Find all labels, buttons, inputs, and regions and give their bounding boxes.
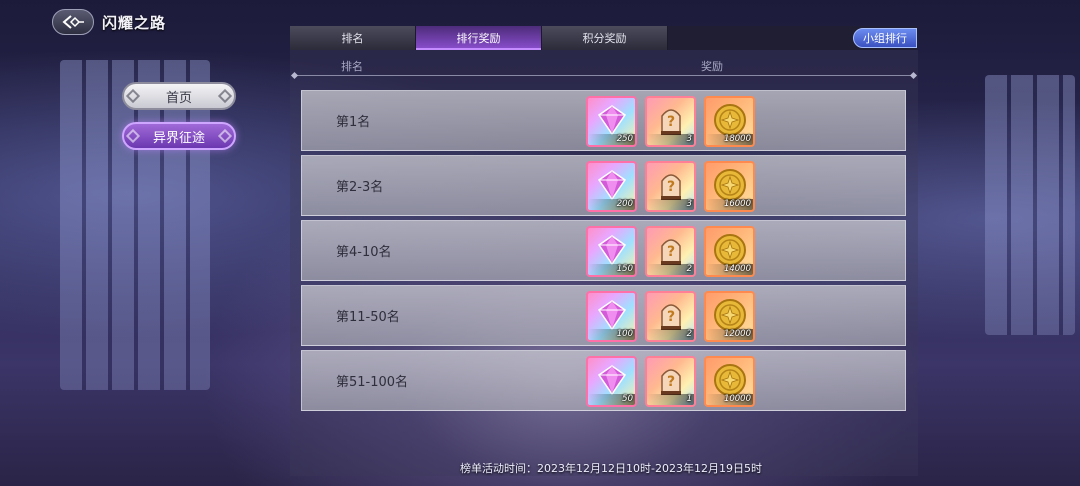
rank-label: 第11-50名 xyxy=(336,310,400,325)
reward-item[interactable]: ? 2 xyxy=(645,291,696,342)
reward-quantity: 200 xyxy=(616,199,633,209)
reward-item[interactable]: ? 2 xyxy=(645,226,696,277)
reward-quantity: 1 xyxy=(686,394,692,404)
reward-quantity: 50 xyxy=(622,394,633,404)
reward-list: 第1名 250 ? 3 18000 第2-3名 200 ? 3 16000 第4… xyxy=(301,90,906,415)
reward-item[interactable]: 250 xyxy=(586,96,637,147)
reward-quantity: 2 xyxy=(686,264,692,274)
rank-label: 第2-3名 xyxy=(336,180,384,195)
tab-ranking[interactable]: 排名 xyxy=(290,26,416,50)
back-arrow-icon xyxy=(62,15,84,29)
reward-item[interactable]: 16000 xyxy=(704,161,755,212)
ornament-icon xyxy=(125,88,141,104)
reward-quantity: 12000 xyxy=(723,329,751,339)
column-header: 排名 奖励 xyxy=(290,54,918,76)
reward-item[interactable]: 10000 xyxy=(704,356,755,407)
reward-item[interactable]: ? 3 xyxy=(645,161,696,212)
ornament-icon xyxy=(217,88,233,104)
svg-text:?: ? xyxy=(667,114,675,130)
reward-item[interactable]: 50 xyxy=(586,356,637,407)
reward-row: 第11-50名 100 ? 2 12000 xyxy=(301,285,906,346)
reward-row: 第51-100名 50 ? 1 10000 xyxy=(301,350,906,411)
sidebar-item-home[interactable]: 首页 xyxy=(122,82,236,110)
rank-label: 第1名 xyxy=(336,115,371,130)
event-time: 榜单活动时间：2023年12月12日10时-2023年12月19日5时 xyxy=(460,462,762,475)
reward-row: 第1名 250 ? 3 18000 xyxy=(301,90,906,151)
tab-points-rewards[interactable]: 积分奖励 xyxy=(542,26,668,50)
reward-row: 第2-3名 200 ? 3 16000 xyxy=(301,155,906,216)
reward-quantity: 150 xyxy=(616,264,633,274)
sidebar-item-label: 首页 xyxy=(165,90,192,106)
reward-item[interactable]: ? 1 xyxy=(645,356,696,407)
column-header-reward: 奖励 xyxy=(701,60,723,73)
reward-item[interactable]: 200 xyxy=(586,161,637,212)
svg-text:?: ? xyxy=(667,244,675,260)
reward-row: 第4-10名 150 ? 2 14000 xyxy=(301,220,906,281)
reward-item[interactable]: ? 3 xyxy=(645,96,696,147)
background-window-right xyxy=(985,75,1075,335)
reward-quantity: 3 xyxy=(686,134,692,144)
ornament-icon xyxy=(125,128,141,144)
reward-quantity: 18000 xyxy=(723,134,751,144)
group-ranking-button[interactable]: 小组排行 xyxy=(853,28,917,48)
reward-item[interactable]: 150 xyxy=(586,226,637,277)
reward-quantity: 2 xyxy=(686,329,692,339)
back-button[interactable] xyxy=(52,9,94,35)
reward-quantity: 16000 xyxy=(723,199,751,209)
reward-quantity: 100 xyxy=(616,329,633,339)
reward-quantity: 250 xyxy=(616,134,633,144)
reward-quantity: 10000 xyxy=(723,394,751,404)
ornament-icon xyxy=(217,128,233,144)
sidebar-item-otherworld-journey[interactable]: 异界征途 xyxy=(122,122,236,150)
sidebar-item-label: 异界征途 xyxy=(152,130,205,146)
reward-item[interactable]: 14000 xyxy=(704,226,755,277)
column-header-rank: 排名 xyxy=(341,60,363,73)
svg-text:?: ? xyxy=(667,179,675,195)
rank-label: 第4-10名 xyxy=(336,245,392,260)
svg-text:?: ? xyxy=(667,309,675,325)
divider xyxy=(294,75,914,76)
reward-quantity: 14000 xyxy=(723,264,751,274)
page-title: 闪耀之路 xyxy=(102,14,167,32)
reward-item[interactable]: 100 xyxy=(586,291,637,342)
tab-bar: 排名 排行奖励 积分奖励 xyxy=(290,26,918,50)
tab-ranking-rewards[interactable]: 排行奖励 xyxy=(416,26,542,50)
rank-label: 第51-100名 xyxy=(336,375,409,390)
reward-quantity: 3 xyxy=(686,199,692,209)
reward-item[interactable]: 12000 xyxy=(704,291,755,342)
reward-item[interactable]: 18000 xyxy=(704,96,755,147)
svg-text:?: ? xyxy=(667,374,675,390)
